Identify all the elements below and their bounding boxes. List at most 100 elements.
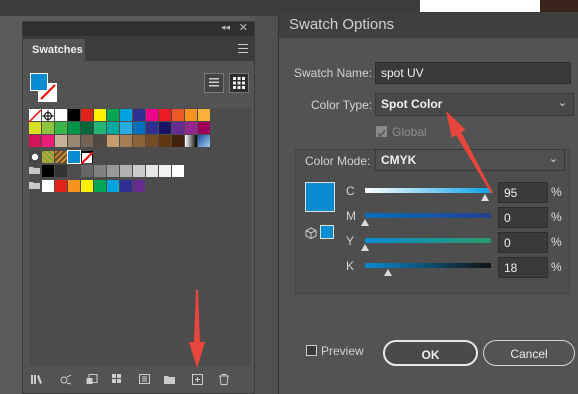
list-view-button[interactable] (204, 73, 224, 93)
swatch-cell[interactable] (198, 122, 210, 134)
swatch-cell[interactable] (81, 180, 93, 192)
swatch-cell[interactable] (28, 109, 42, 123)
swatch-cell[interactable] (29, 151, 41, 163)
swatch-cell[interactable] (29, 135, 41, 147)
slider-thumb[interactable] (361, 219, 369, 226)
slider-thumb[interactable] (480, 194, 489, 201)
swatch-options-icon[interactable] (86, 374, 98, 388)
swatch-cell[interactable] (185, 109, 197, 121)
swatch-cell[interactable] (67, 150, 81, 164)
swatch-cell[interactable] (133, 122, 145, 134)
swatch-cell[interactable] (185, 122, 197, 134)
color-mode-select[interactable]: CMYK ⌄ (375, 149, 565, 171)
swatch-cell[interactable] (107, 165, 119, 177)
swatch-cell[interactable] (107, 180, 119, 192)
grid-view-button[interactable] (229, 73, 249, 93)
swatch-cell[interactable] (55, 135, 67, 147)
delete-icon[interactable] (218, 374, 230, 388)
swatch-cell[interactable] (172, 122, 184, 134)
swatch-cell[interactable] (120, 109, 132, 121)
close-icon[interactable]: ✕ (239, 21, 248, 34)
swatch-cell[interactable] (68, 135, 80, 147)
folder-icon[interactable] (164, 374, 176, 388)
color-type-select[interactable]: Spot Color ⌄ (375, 93, 574, 116)
swatch-cell[interactable] (133, 109, 145, 121)
swatch-cell[interactable] (68, 109, 80, 121)
swatch-cell[interactable] (94, 165, 106, 177)
swatch-cell[interactable] (133, 165, 145, 177)
channel-value-field[interactable]: 0 (498, 232, 548, 253)
swatch-cell[interactable] (133, 135, 145, 147)
library-icon[interactable] (31, 374, 43, 388)
channel-value-field[interactable]: 0 (498, 207, 548, 228)
tab-swatches[interactable]: Swatches (23, 39, 85, 61)
swatch-cell[interactable] (42, 180, 54, 192)
swatch-cell[interactable] (68, 180, 80, 192)
swatch-cell[interactable] (42, 122, 54, 134)
swatch-cell[interactable] (42, 165, 54, 177)
swatch-cell[interactable] (55, 180, 67, 192)
channel-value-field[interactable]: 95 (498, 182, 548, 203)
swatch-cell[interactable] (107, 109, 119, 121)
swatch-cell[interactable] (172, 135, 184, 147)
swatch-cell[interactable] (146, 165, 158, 177)
panel-menu-icon[interactable] (238, 44, 248, 53)
swatch-cell[interactable] (80, 151, 94, 165)
channel-slider[interactable] (365, 238, 491, 243)
global-checkbox[interactable] (376, 126, 387, 138)
swatch-cell[interactable] (159, 109, 171, 121)
show-kinds-icon[interactable] (60, 374, 72, 388)
swatch-cell[interactable] (68, 165, 80, 177)
swatch-cell[interactable] (42, 135, 54, 147)
swatch-cell[interactable] (94, 109, 106, 121)
swatch-cell[interactable] (55, 165, 67, 177)
swatch-cell[interactable] (81, 122, 93, 134)
swatch-name-field[interactable]: spot UV (375, 62, 571, 84)
swatch-cell[interactable] (29, 122, 41, 134)
swatch-cell[interactable] (146, 109, 158, 121)
collapse-icon[interactable]: ◂◂ (221, 22, 230, 33)
channel-slider[interactable] (365, 188, 491, 193)
channel-slider[interactable] (365, 263, 491, 268)
swatch-cell[interactable] (107, 135, 119, 147)
swatch-cell[interactable] (146, 135, 158, 147)
new-swatch-icon[interactable] (192, 374, 204, 388)
swatch-cell[interactable] (94, 180, 106, 192)
swatch-cell[interactable] (81, 109, 93, 121)
new-color-group-icon[interactable] (139, 374, 151, 388)
channel-slider[interactable] (365, 213, 491, 218)
preview-checkbox[interactable] (306, 345, 317, 356)
swatch-cell[interactable] (120, 180, 132, 192)
cancel-button[interactable]: Cancel (483, 340, 575, 366)
cube-icon[interactable] (305, 226, 317, 240)
ok-button[interactable]: OK (383, 340, 478, 366)
swatch-cell[interactable] (159, 122, 171, 134)
swatch-cell[interactable] (107, 122, 119, 134)
swatch-cell[interactable] (198, 135, 210, 147)
fill-stroke-indicator[interactable] (30, 73, 58, 102)
swatch-cell[interactable] (146, 122, 158, 134)
swatch-cell[interactable] (185, 135, 197, 147)
color-group-icon[interactable] (112, 374, 124, 388)
fill-swatch[interactable] (30, 73, 48, 91)
slider-thumb[interactable] (383, 269, 392, 276)
swatch-cell[interactable] (94, 122, 106, 134)
swatch-cell[interactable] (55, 151, 67, 163)
swatch-cell[interactable] (55, 122, 67, 134)
swatch-cell[interactable] (120, 165, 132, 177)
swatch-cell[interactable] (68, 122, 80, 134)
folder-icon[interactable] (29, 165, 41, 177)
swatch-cell[interactable] (159, 165, 171, 177)
swatch-cell[interactable] (55, 109, 67, 121)
swatch-cell[interactable] (42, 151, 54, 163)
channel-value-field[interactable]: 18 (498, 257, 548, 278)
swatch-cell[interactable] (198, 109, 210, 121)
slider-thumb[interactable] (361, 244, 369, 251)
folder-icon[interactable] (29, 180, 41, 192)
swatch-cell[interactable] (133, 180, 145, 192)
swatch-cell[interactable] (120, 122, 132, 134)
web-color-swatch[interactable] (320, 225, 334, 239)
swatch-cell[interactable] (159, 135, 171, 147)
swatch-cell[interactable] (120, 135, 132, 147)
swatch-cell[interactable] (94, 135, 106, 147)
